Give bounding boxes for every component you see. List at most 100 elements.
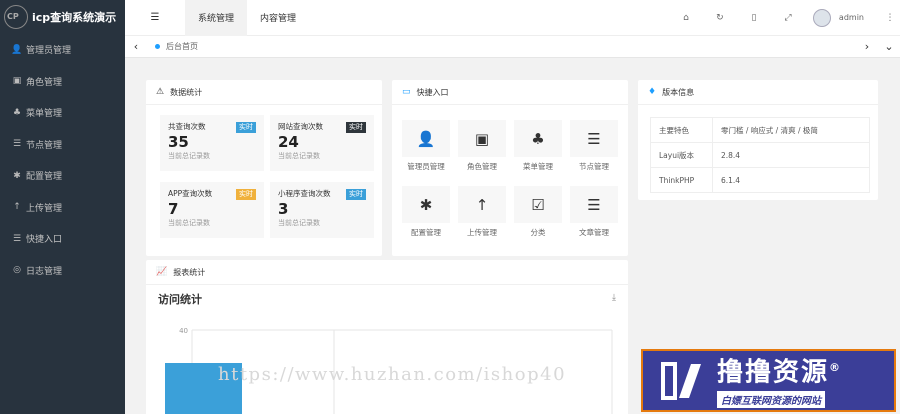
sidebar-item-config[interactable]: ✱ 配置管理 xyxy=(0,160,125,192)
tab-system[interactable]: 系统管理 xyxy=(185,0,248,36)
quick-item-label: 配置管理 xyxy=(411,228,441,237)
sidebar-item-label: 管理员管理 xyxy=(26,46,72,57)
fullscreen-icon[interactable]: ⤢ xyxy=(771,13,805,23)
version-card-title: 版本信息 xyxy=(662,87,695,97)
stat-sub: 当前总记录数 xyxy=(168,152,210,160)
table-row: 主要特色 零门槛 / 响应式 / 清爽 / 极简 xyxy=(650,117,870,143)
stat-value: 24 xyxy=(278,133,299,151)
table-cell: 零门槛 / 响应式 / 清爽 / 极简 xyxy=(712,117,870,143)
tree-icon: ♣ xyxy=(514,120,562,157)
sidebar-item-menu[interactable]: ♣ 菜单管理 xyxy=(0,97,125,129)
arrow-up-icon: ↑ xyxy=(458,186,506,223)
stat-total: 共查询次数 35 当前总记录数 实时 xyxy=(160,115,264,171)
globe-icon: ◎ xyxy=(13,265,21,276)
status-badge: 实时 xyxy=(346,189,366,200)
line-chart-icon: 📈 xyxy=(156,267,168,277)
sidebar-item-label: 配置管理 xyxy=(26,172,63,183)
active-dot-icon xyxy=(155,44,160,49)
quick-item-role[interactable]: ▣ 角色管理 xyxy=(458,120,506,172)
sidebar-item-quick[interactable]: ☰ 快捷入口 xyxy=(0,223,125,255)
asterisk-icon: ✱ xyxy=(402,186,450,223)
version-card: ♦ 版本信息 主要特色 零门槛 / 响应式 / 清爽 / 极简 Layui版本 … xyxy=(638,80,878,200)
quick-item-label: 节点管理 xyxy=(579,162,609,171)
tab-controls: › ⌄ xyxy=(856,40,900,53)
fire-icon: ♦ xyxy=(648,87,657,97)
list-icon: ☰ xyxy=(570,186,618,223)
sidebar: icp查询系统演示 👤管理员管理 ▣ 角色管理 ♣ 菜单管理 ☰ 节点管理 ✱ 配置管理… xyxy=(0,0,125,414)
stat-sub: 当前总记录数 xyxy=(278,152,320,160)
sidebar-item-label: 快捷入口 xyxy=(26,235,63,246)
role-icon: ▣ xyxy=(12,76,22,87)
brand-logo-icon xyxy=(661,361,701,400)
stat-web: 网站查询次数 24 当前总记录数 实时 xyxy=(270,115,374,171)
sidebar-item-log[interactable]: ◎ 日志管理 xyxy=(0,255,125,287)
role-icon: ▣ xyxy=(458,120,506,157)
arrow-up-icon: ↑ xyxy=(13,202,21,213)
trash-icon[interactable]: ▯ xyxy=(737,13,771,23)
table-cell: 2.8.4 xyxy=(712,142,870,168)
chevron-left-icon[interactable]: ‹ xyxy=(125,40,147,53)
sidebar-item-label: 上传管理 xyxy=(26,203,63,214)
username[interactable]: admin xyxy=(839,13,864,22)
quick-card-title: 快捷入口 xyxy=(416,87,449,97)
table-row: Layui版本 2.8.4 xyxy=(650,142,870,168)
quick-entry-card: ▭ 快捷入口 👤 管理员管理 ▣ 角色管理 ♣ 菜单管理 ☰ 节点管理 ✱ 配置… xyxy=(392,80,628,256)
menu-toggle-icon[interactable]: ☰ xyxy=(125,12,185,23)
download-icon[interactable]: ⤓ xyxy=(612,293,616,303)
stats-card-header: ⚠ 数据统计 xyxy=(146,80,382,105)
stat-app: APP查询次数 7 当前总记录数 实时 xyxy=(160,182,264,238)
table-row: ThinkPHP 6.1.4 xyxy=(650,167,870,193)
quick-item-admin[interactable]: 👤 管理员管理 xyxy=(402,120,450,172)
version-table: 主要特色 零门槛 / 响应式 / 清爽 / 极简 Layui版本 2.8.4 T… xyxy=(650,117,870,193)
quick-item-article[interactable]: ☰ 文章管理 xyxy=(570,186,618,238)
quick-item-label: 菜单管理 xyxy=(523,162,553,171)
stat-sub: 当前总记录数 xyxy=(168,219,210,227)
report-card-header: 📈 报表统计 xyxy=(146,260,628,285)
quick-item-category[interactable]: ☑ 分类 xyxy=(514,186,562,238)
sidebar-item-admin[interactable]: 👤 管理员管理 xyxy=(0,34,125,66)
sidebar-item-role[interactable]: ▣ 角色管理 xyxy=(0,66,125,98)
table-cell: Layui版本 xyxy=(650,142,713,168)
header-tools: ⌂ ↻ ▯ ⤢ admin ⋮ xyxy=(669,0,900,36)
sidebar-item-upload[interactable]: ↑ 上传管理 xyxy=(0,192,125,224)
stat-value: 3 xyxy=(278,200,289,218)
quick-item-node[interactable]: ☰ 节点管理 xyxy=(570,120,618,172)
sidebar-item-label: 日志管理 xyxy=(26,266,63,277)
tab-content[interactable]: 内容管理 xyxy=(247,0,309,36)
sidebar-item-label: 菜单管理 xyxy=(26,109,63,120)
chevron-down-icon[interactable]: ⌄ xyxy=(878,40,900,53)
quick-item-label: 文章管理 xyxy=(579,228,609,237)
quick-item-menu[interactable]: ♣ 菜单管理 xyxy=(514,120,562,172)
quick-item-label: 分类 xyxy=(530,228,546,237)
report-card-title: 报表统计 xyxy=(173,267,206,277)
calendar-check-icon: ☑ xyxy=(514,186,562,223)
app-logo[interactable]: icp查询系统演示 xyxy=(0,0,125,34)
home-icon[interactable]: ⌂ xyxy=(669,13,703,23)
stat-value: 35 xyxy=(168,133,189,151)
asterisk-icon: ✱ xyxy=(13,170,21,181)
user-icon: 👤 xyxy=(11,44,23,55)
sidebar-item-node[interactable]: ☰ 节点管理 xyxy=(0,129,125,161)
sidebar-item-label: 角色管理 xyxy=(26,77,63,88)
quick-item-config[interactable]: ✱ 配置管理 xyxy=(402,186,450,238)
more-vertical-icon[interactable]: ⋮ xyxy=(880,13,900,23)
page-tab-home[interactable]: 后台首页 xyxy=(147,41,206,52)
avatar[interactable] xyxy=(812,8,831,27)
chevron-right-icon[interactable]: › xyxy=(856,40,878,53)
status-badge: 实时 xyxy=(236,122,256,133)
user-icon: 👤 xyxy=(402,120,450,157)
status-badge: 实时 xyxy=(236,189,256,200)
quick-card-header: ▭ 快捷入口 xyxy=(392,80,628,105)
version-card-header: ♦ 版本信息 xyxy=(638,80,878,105)
page-tabs-bar: ‹ 后台首页 › ⌄ xyxy=(125,36,900,58)
registered-mark: ® xyxy=(829,361,841,375)
table-cell: 6.1.4 xyxy=(712,167,870,193)
sidebar-menu: 👤 管理员管理 ▣ 角色管理 ♣ 菜单管理 ☰ 节点管理 ✱ 配置管理 ↑ 上传管理 ☰ 快捷… xyxy=(0,34,125,286)
stat-sub: 当前总记录数 xyxy=(278,219,320,227)
watermark-url: https://www.huzhan.com/ishop40 xyxy=(218,364,567,385)
sidebar-item-label: 节点管理 xyxy=(26,140,63,151)
refresh-icon[interactable]: ↻ xyxy=(703,13,737,23)
quick-item-upload[interactable]: ↑ 上传管理 xyxy=(458,186,506,238)
watermark-brand-name: 撸撸资源® xyxy=(717,353,840,388)
table-cell: ThinkPHP xyxy=(650,167,713,193)
